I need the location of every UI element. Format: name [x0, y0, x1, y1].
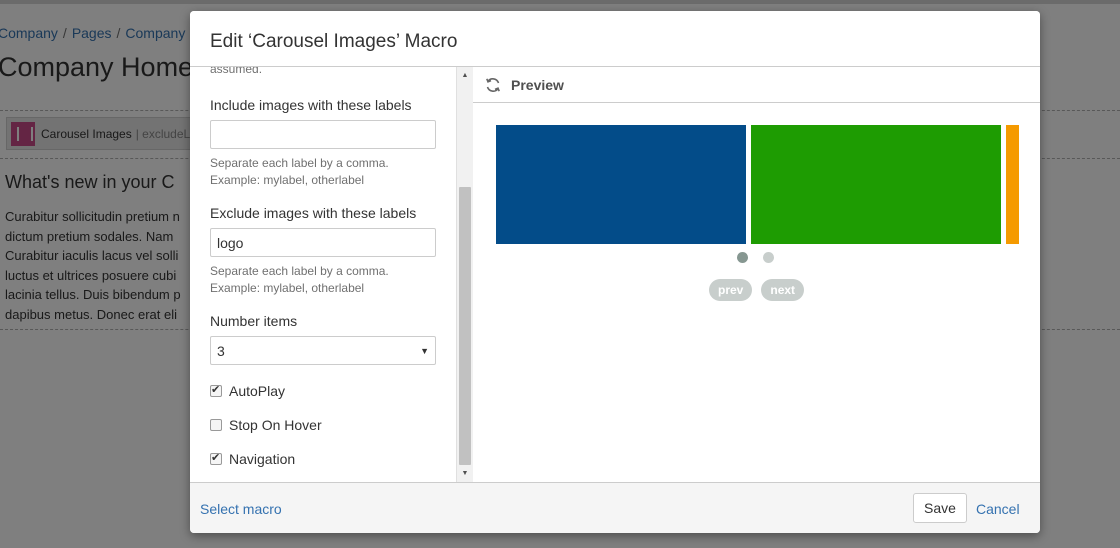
number-items-select[interactable]: 3 ▼ — [210, 336, 436, 365]
carousel-navigation: prev next — [709, 279, 813, 301]
scroll-up-arrow-icon[interactable]: ▲ — [460, 70, 470, 82]
select-macro-link[interactable]: Select macro — [200, 501, 282, 517]
macro-parameters-panel: assumed. Include images with these label… — [190, 67, 473, 482]
carousel-slide — [751, 125, 1001, 244]
parameters-scrollbar[interactable]: ▲ ▼ — [456, 67, 473, 482]
navigation-label: Navigation — [229, 451, 296, 467]
stop-on-hover-option[interactable]: Stop On Hover — [210, 415, 450, 435]
include-labels-help: Separate each label by a comma. Example:… — [210, 155, 450, 188]
exclude-labels-label: Exclude images with these labels — [210, 205, 417, 221]
include-labels-input[interactable] — [210, 120, 436, 149]
pagination-dot[interactable] — [763, 252, 774, 263]
autoplay-label: AutoPlay — [229, 383, 286, 399]
carousel-slide — [496, 125, 746, 244]
refresh-icon[interactable] — [485, 77, 501, 93]
stop-on-hover-checkbox[interactable] — [210, 419, 222, 431]
exclude-labels-input[interactable] — [210, 228, 436, 257]
help-line: Example: mylabel, otherlabel — [210, 280, 365, 295]
autoplay-option[interactable]: AutoPlay — [210, 381, 450, 401]
preview-header: Preview — [473, 67, 1040, 103]
scroll-thumb[interactable] — [459, 187, 471, 465]
stop-on-hover-label: Stop On Hover — [229, 417, 322, 433]
pagination-dot-active[interactable] — [737, 252, 748, 263]
help-line: Example: mylabel, otherlabel — [210, 172, 365, 187]
save-button[interactable]: Save — [913, 493, 967, 523]
carousel-preview — [496, 125, 1019, 244]
autoplay-checkbox[interactable] — [210, 383, 222, 397]
preview-panel: Preview prev next — [473, 67, 1040, 482]
number-items-value: 3 — [217, 342, 225, 359]
macro-dialog: Edit ‘Carousel Images’ Macro assumed. In… — [190, 11, 1040, 533]
navigation-checkbox[interactable] — [210, 451, 222, 465]
help-line: Separate each label by a comma. — [210, 156, 389, 170]
dialog-footer: Select macro Save Cancel — [190, 482, 1040, 533]
scroll-down-arrow-icon[interactable]: ▼ — [460, 468, 470, 480]
truncated-help-text: assumed. — [210, 67, 263, 76]
number-items-label: Number items — [210, 313, 298, 329]
preview-label: Preview — [511, 76, 564, 93]
carousel-slide — [1006, 125, 1019, 244]
dialog-title: Edit ‘Carousel Images’ Macro — [210, 31, 458, 52]
include-labels-label: Include images with these labels — [210, 97, 412, 113]
prev-button[interactable]: prev — [709, 279, 753, 301]
navigation-option[interactable]: Navigation — [210, 449, 450, 469]
next-button[interactable]: next — [761, 279, 805, 301]
help-line: Separate each label by a comma. — [210, 264, 389, 278]
exclude-labels-help: Separate each label by a comma. Example:… — [210, 263, 450, 296]
dropdown-arrow-icon: ▼ — [420, 345, 429, 356]
cancel-link[interactable]: Cancel — [976, 501, 1020, 517]
dialog-header: Edit ‘Carousel Images’ Macro — [190, 11, 1040, 67]
carousel-pagination — [737, 252, 789, 263]
